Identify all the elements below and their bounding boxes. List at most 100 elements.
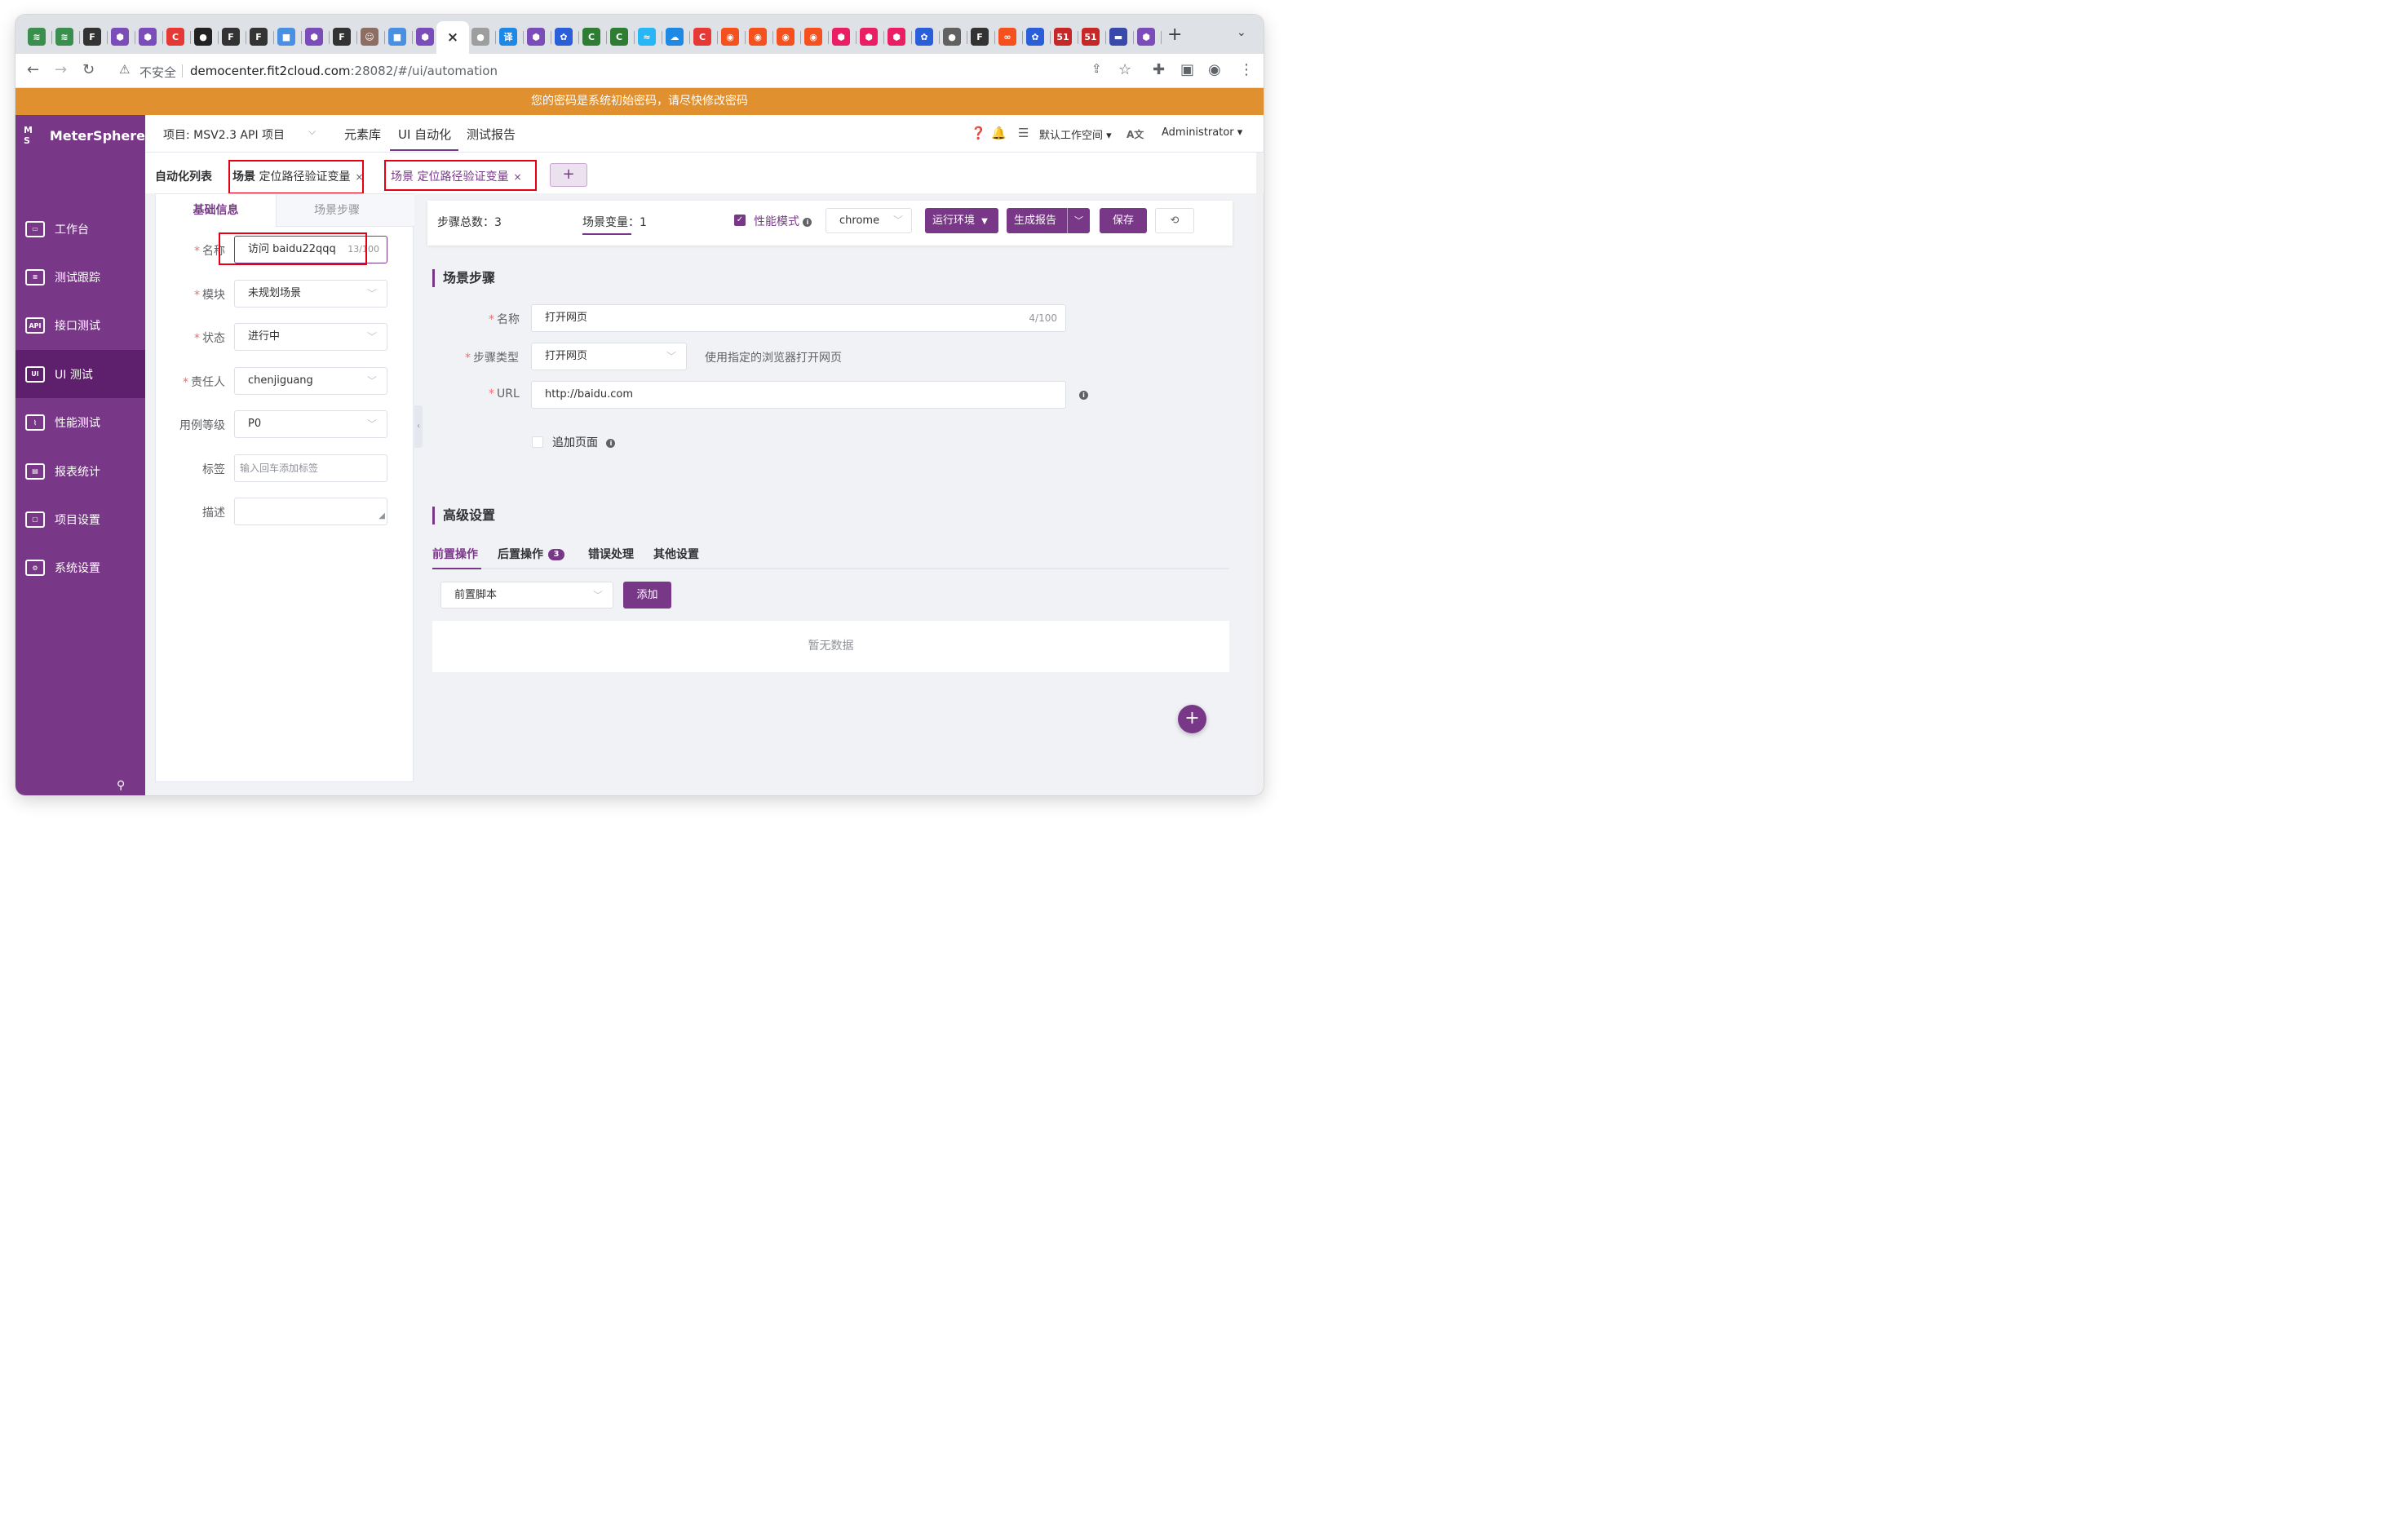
profile-icon[interactable]: ◉ [1208,61,1221,78]
add-step-fab-button[interactable]: + [1178,705,1206,733]
pre-script-select[interactable]: 前置脚本 ﹀ [440,582,613,609]
tab-search-icon[interactable]: ⌄ [1237,26,1246,39]
chevron-down-icon[interactable]: ﹀ [1067,208,1090,233]
browser-tab[interactable]: ▬ [1109,28,1127,46]
description-textarea[interactable]: ◢ [234,498,387,525]
add-tab-button[interactable]: + [550,163,587,187]
module-select[interactable]: 未规划场景 ﹀ [234,280,387,308]
browser-tab[interactable]: 51 [1054,28,1072,46]
status-select[interactable]: 进行中 ﹀ [234,323,387,351]
browser-tab[interactable]: ● [943,28,961,46]
browser-menu-icon[interactable]: ⋮ [1239,61,1254,78]
sidebar-item-5[interactable]: ▤ 报表统计 [15,447,145,495]
tags-input[interactable]: 输入回车添加标签 [234,454,387,482]
sidebar-item-7[interactable]: ⚙ 系统设置 [15,544,145,592]
browser-tab[interactable]: F [222,28,240,46]
browser-tab[interactable]: ■ [277,28,295,46]
browser-tab[interactable]: C [166,28,184,46]
chevron-down-icon[interactable]: ⌵ [308,126,316,138]
browser-tab[interactable]: ⬢ [527,28,545,46]
level-select[interactable]: P0 ﹀ [234,410,387,438]
browser-tab[interactable]: F [333,28,351,46]
browser-tab[interactable]: ● [194,28,212,46]
language-icon[interactable]: A文 [1127,127,1144,141]
browser-tab[interactable]: ⬢ [860,28,878,46]
tab-other-settings[interactable]: 其他设置 [653,546,699,562]
browser-tab[interactable]: ⬢ [832,28,850,46]
browser-tab[interactable]: ☁ [666,28,684,46]
sidebar-item-4[interactable]: ⌇ 性能测试 [15,399,145,447]
nav-element-library[interactable]: 元素库 [344,126,381,143]
add-button[interactable]: 添加 [623,582,671,609]
browser-tab[interactable]: ⬢ [1137,28,1155,46]
step-type-select[interactable]: 打开网页 ﹀ [531,343,687,370]
sidebar-item-0[interactable]: ▭ 工作台 [15,205,145,253]
tab-error-handling[interactable]: 错误处理 [588,546,634,562]
sidebar-item-1[interactable]: ≡ 测试跟踪 [15,253,145,301]
reload-icon[interactable]: ↻ [82,61,95,78]
browser-tab[interactable]: F [83,28,101,46]
browser-tab[interactable]: ◉ [777,28,795,46]
help-icon[interactable]: ❓ [971,126,986,140]
extensions-icon[interactable]: ✚ [1153,61,1165,78]
browser-tab-active[interactable]: × [436,21,469,54]
workspace-selector[interactable]: 默认工作空间 ▾ [1039,126,1112,142]
browser-tab[interactable]: ● [471,28,489,46]
nav-ui-automation[interactable]: UI 自动化 [398,126,451,143]
sidebar-item-6[interactable]: ▢ 项目设置 [15,495,145,543]
sidebar-item-2[interactable]: API 接口测试 [15,302,145,350]
browser-tab[interactable]: ☺ [361,28,378,46]
browser-tab[interactable]: ⬢ [888,28,905,46]
scene-variables-link[interactable]: 场景变量：1 [582,214,647,230]
browser-tab[interactable]: ≋ [55,28,73,46]
browser-tab[interactable]: ✿ [555,28,573,46]
automation-list-tab[interactable]: 自动化列表 [155,168,212,184]
side-panel-icon[interactable]: ▣ [1180,61,1194,78]
step-name-input[interactable]: 打开网页 4/100 [531,304,1066,332]
share-icon[interactable]: ⇪ [1091,61,1102,76]
run-environment-button[interactable]: 运行环境 ▼ [925,208,998,233]
collapse-panel-handle[interactable]: ‹ [414,405,423,448]
generate-report-button[interactable]: 生成报告 ﹀ [1007,208,1090,233]
save-button[interactable]: 保存 [1100,208,1147,233]
browser-tab[interactable]: F [971,28,989,46]
owner-select[interactable]: chenjiguang ﹀ [234,367,387,395]
browser-tab[interactable]: ⬢ [111,28,129,46]
tab-scene-steps[interactable]: 场景步骤 [277,194,397,227]
address-bar[interactable]: ⚠ 不安全 democenter.fit2cloud.com:28082/#/u… [108,58,1136,84]
list-icon[interactable]: ☰ [1018,126,1029,140]
sidebar-item-3[interactable]: UI UI 测试 [15,350,145,399]
browser-tab[interactable]: C [610,28,628,46]
vertical-scrollbar[interactable] [1256,153,1263,795]
browser-tab[interactable]: ≋ [28,28,46,46]
browser-tab[interactable]: ⬢ [139,28,157,46]
project-selector[interactable]: 项目: MSV2.3 API 项目 [163,126,285,143]
perf-mode-checkbox[interactable]: ✓ [734,215,746,226]
new-tab-button[interactable]: + [1167,24,1182,45]
forward-icon[interactable]: → [55,61,67,78]
browser-tab[interactable]: ≈ [638,28,656,46]
tab-basic-info[interactable]: 基础信息 [156,194,277,227]
browser-tab[interactable]: ⬢ [305,28,323,46]
bell-icon[interactable]: 🔔 [991,126,1007,140]
refresh-button[interactable]: ⟲ [1155,208,1194,233]
browser-tab[interactable]: 51 [1082,28,1100,46]
app-logo[interactable]: M S MeterSphere [24,125,145,146]
browser-tab[interactable]: C [693,28,711,46]
browser-tab[interactable]: ◉ [749,28,767,46]
bookmark-star-icon[interactable]: ☆ [1118,61,1131,78]
browser-tab[interactable]: ✿ [1026,28,1044,46]
browser-tab[interactable]: C [582,28,600,46]
back-icon[interactable]: ← [27,61,39,78]
browser-tab[interactable]: ■ [388,28,406,46]
browser-tab[interactable]: ◉ [804,28,822,46]
browser-tab[interactable]: ✿ [915,28,933,46]
browser-tab[interactable]: ⬢ [416,28,434,46]
resize-handle-icon[interactable]: ◢ [378,503,385,529]
tab-pre-operations[interactable]: 前置操作 [432,546,478,562]
tab-post-operations[interactable]: 后置操作 3 [498,546,564,562]
browser-select[interactable]: chrome ﹀ [826,208,912,233]
browser-tab[interactable]: 译 [499,28,517,46]
browser-tab[interactable]: ∞ [998,28,1016,46]
browser-tab[interactable]: ◉ [721,28,739,46]
